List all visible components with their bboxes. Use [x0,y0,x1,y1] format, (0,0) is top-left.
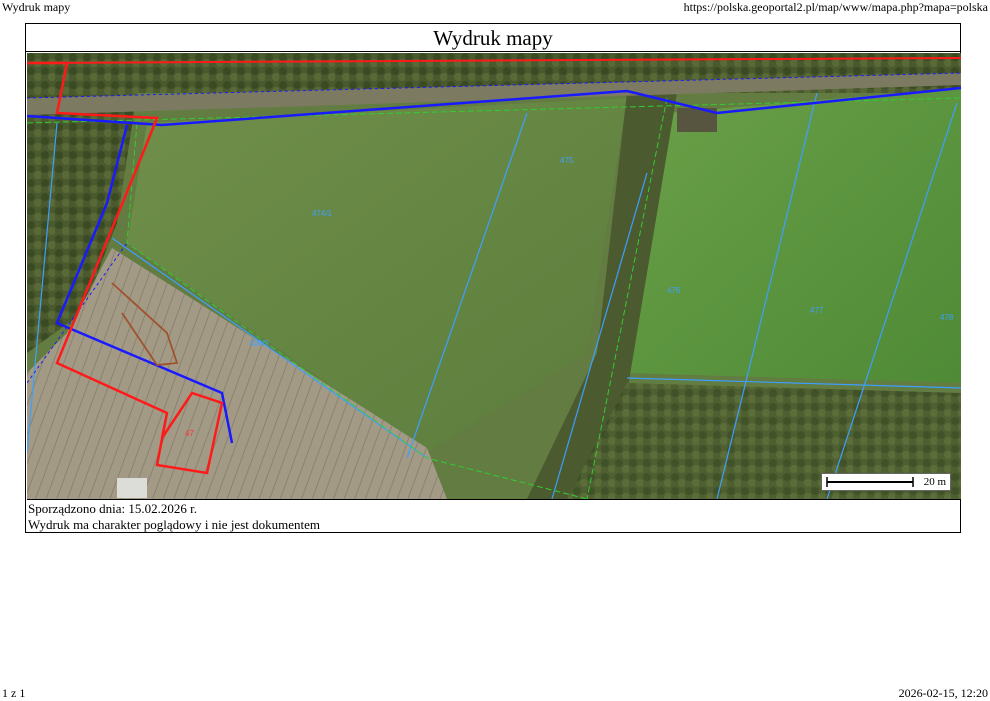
scale-bar: 20 m [821,473,951,491]
parcel-label-478: 478 [940,313,954,322]
parcel-label-47: 47 [185,429,194,438]
parcel-label-475: 475 [560,156,574,165]
print-timestamp: 2026-02-15, 12:20 [898,686,988,700]
building [117,478,147,498]
parcel-label-476: 476 [667,286,681,295]
map-canvas: 474/1 475 476 477 478 47 408/2 [27,53,961,499]
field-right [627,88,961,383]
parcel-label-408-2: 408/2 [249,339,270,348]
print-notes: Sporządzono dnia: 15.02.2026 r. Wydruk m… [28,501,320,533]
disclaimer: Wydruk ma charakter poglądowy i nie jest… [28,517,320,532]
page-header-left: Wydruk mapy [2,0,71,14]
scale-label: 20 m [923,476,946,488]
scale-ruler-icon [826,477,914,487]
page-count: 1 z 1 [2,686,26,700]
parcel-label-474-1: 474/1 [312,209,333,218]
map-title: Wydruk mapy [26,24,960,52]
parcel-label-477: 477 [810,306,824,315]
map-view[interactable]: 474/1 475 476 477 478 47 408/2 20 m [27,53,961,500]
map-print-frame: Wydruk mapy 474/1 475 476 477 478 47 408… [25,23,961,533]
generated-date: Sporządzono dnia: 15.02.2026 r. [28,501,197,516]
page-header-url: https://polska.geoportal2.pl/map/www/map… [683,0,988,14]
